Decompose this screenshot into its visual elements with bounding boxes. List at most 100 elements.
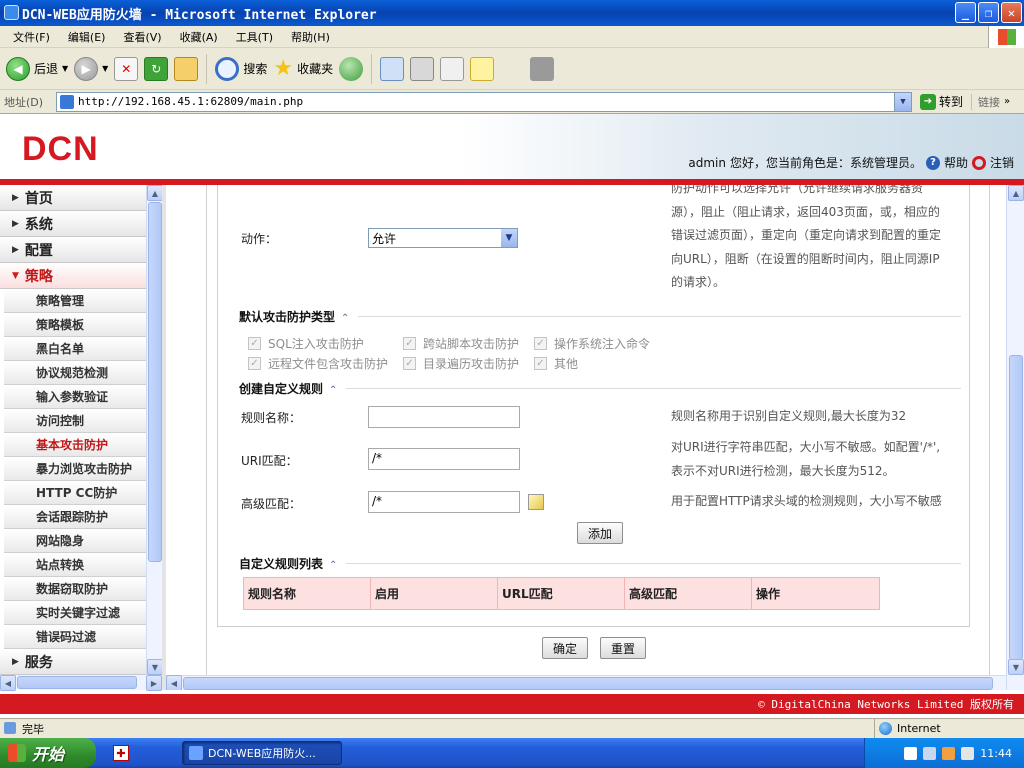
print-icon[interactable] — [410, 56, 435, 81]
chevron-up-icon[interactable]: ⌃ — [329, 385, 337, 396]
triangle-right-icon: ▶ — [12, 218, 19, 229]
discuss-icon[interactable] — [470, 56, 495, 81]
chevron-up-icon[interactable]: ⌃ — [329, 560, 337, 571]
content-horizontal-scrollbar[interactable]: ◀ — [166, 675, 1006, 690]
forward-button[interactable]: ▶ ▼ — [74, 56, 108, 81]
sidebar-sub-item[interactable]: 黑白名单 — [4, 337, 146, 361]
menu-edit[interactable]: 编辑(E) — [59, 29, 115, 45]
network-icon[interactable] — [923, 746, 937, 760]
go-arrow-icon: ➔ — [920, 93, 936, 110]
maximize-button[interactable]: ❐ — [978, 2, 999, 23]
sidebar-scroll-thumb[interactable] — [148, 202, 162, 562]
stop-icon[interactable]: ✕ — [114, 56, 139, 81]
sidebar-sub-item[interactable]: 输入参数验证 — [4, 385, 146, 409]
scroll-down-icon[interactable]: ▼ — [147, 659, 163, 675]
messenger-icon[interactable] — [530, 56, 555, 81]
refresh-icon[interactable]: ↻ — [144, 56, 169, 81]
sidebar-sub-item[interactable]: HTTP CC防护 — [4, 481, 146, 505]
close-button[interactable]: ✕ — [1001, 2, 1022, 23]
home-icon[interactable] — [174, 56, 199, 81]
check-remote-file-include[interactable]: ✓ 远程文件包含攻击防护 — [248, 355, 388, 372]
rule-list-table-header: 规则名称 启用 URL匹配 高级匹配 操作 — [243, 577, 880, 610]
chevron-up-icon[interactable]: ⌃ — [341, 313, 349, 324]
reset-button[interactable]: 重置 — [600, 637, 646, 659]
mail-icon[interactable] — [380, 56, 405, 81]
uri-match-input[interactable]: /* — [368, 448, 520, 470]
go-button[interactable]: ➔ 转到 — [916, 93, 967, 110]
edit-icon[interactable] — [440, 56, 465, 81]
scroll-left-icon[interactable]: ◀ — [166, 675, 182, 690]
sidebar-sub-item[interactable]: 会话跟踪防护 — [4, 505, 146, 529]
tray-app-icon[interactable] — [904, 746, 918, 760]
scroll-up-icon[interactable]: ▲ — [147, 185, 163, 201]
taskbar: 开始 ✚ DCN-WEB应用防火... 11:44 — [0, 738, 1024, 768]
content-hscroll-thumb[interactable] — [183, 677, 993, 690]
check-os-command[interactable]: ✓ 操作系统注入命令 — [534, 335, 650, 352]
sidebar-sub-item[interactable]: 策略管理 — [4, 289, 146, 313]
advanced-match-input[interactable]: /* — [368, 491, 520, 513]
sidebar-sub-item[interactable]: 协议规范检测 — [4, 361, 146, 385]
add-button[interactable]: 添加 — [577, 522, 623, 544]
content-scroll-thumb[interactable] — [1009, 355, 1023, 660]
address-dropdown-icon[interactable]: ▼ — [894, 92, 911, 111]
menu-help[interactable]: 帮助(H) — [282, 29, 339, 45]
sidebar-sub-item[interactable]: 策略模板 — [4, 313, 146, 337]
scroll-right-icon[interactable]: ▶ — [146, 675, 162, 691]
taskbar-ie-window[interactable]: DCN-WEB应用防火... — [182, 741, 342, 765]
sidebar-item-home[interactable]: ▶ 首页 — [0, 185, 146, 211]
check-sql-injection[interactable]: ✓ SQL注入攻击防护 — [248, 335, 364, 352]
sidebar-sub-item[interactable]: 错误码过滤 — [4, 625, 146, 649]
history-icon[interactable] — [339, 56, 364, 81]
minimize-button[interactable]: _ — [955, 2, 976, 23]
zone-indicator: Internet — [874, 718, 1024, 739]
search-button[interactable]: 搜索 — [215, 56, 267, 81]
scroll-down-icon[interactable]: ▼ — [1008, 659, 1024, 675]
ie-toolbar: ◀ 后退 ▼ ▶ ▼ ✕ ↻ 搜索 ★ 收藏夹 — [0, 48, 1024, 90]
web-page: DCN admin 您好，您当前角色是：系统管理员。 ? 帮助 注销 ▶ 首页 ▶… — [0, 114, 1024, 718]
rule-name-input[interactable] — [368, 406, 520, 428]
check-directory-traversal[interactable]: ✓ 目录遍历攻击防护 — [403, 355, 519, 372]
address-input[interactable]: http://192.168.45.1:62809/main.php ▼ — [56, 91, 912, 112]
sidebar-horizontal-scrollbar[interactable]: ◀ ▶ — [0, 675, 162, 691]
header-banner: DCN admin 您好，您当前角色是：系统管理员。 ? 帮助 注销 — [0, 114, 1024, 180]
sidebar-hscroll-thumb[interactable] — [17, 676, 137, 689]
scroll-left-icon[interactable]: ◀ — [0, 675, 16, 691]
sidebar-item-system[interactable]: ▶ 系统 — [0, 211, 146, 237]
check-other[interactable]: ✓ 其他 — [534, 355, 578, 372]
sidebar-item-config[interactable]: ▶ 配置 — [0, 237, 146, 263]
volume-icon[interactable] — [942, 746, 956, 760]
sidebar-sub-item[interactable]: 数据窃取防护 — [4, 577, 146, 601]
sidebar-sub-item[interactable]: 实时关键字过滤 — [4, 601, 146, 625]
security-icon[interactable] — [961, 746, 975, 760]
sidebar-sub-item-active[interactable]: 基本攻击防护 — [4, 433, 146, 457]
ok-button[interactable]: 确定 — [542, 637, 588, 659]
sidebar-sub-item[interactable]: 站点转换 — [4, 553, 146, 577]
sidebar-sub-item[interactable]: 访问控制 — [4, 409, 146, 433]
content-vertical-scrollbar[interactable]: ▲ ▼ — [1006, 185, 1024, 690]
rule-list-heading: 自定义规则列表 ⌃ — [239, 557, 338, 571]
favorites-button[interactable]: ★ 收藏夹 — [273, 56, 333, 81]
menu-view[interactable]: 查看(V) — [114, 29, 170, 45]
quick-launch[interactable]: ✚ — [106, 742, 136, 764]
menu-tools[interactable]: 工具(T) — [227, 29, 282, 45]
window-title: DCN-WEB应用防火墙 - Microsoft Internet Explor… — [22, 7, 377, 23]
back-button[interactable]: ◀ 后退 ▼ — [6, 56, 68, 81]
links-button[interactable]: 链接 — [971, 93, 1000, 110]
logout-link[interactable]: 注销 — [990, 154, 1014, 171]
menu-file[interactable]: 文件(F) — [4, 29, 59, 45]
scroll-up-icon[interactable]: ▲ — [1008, 185, 1024, 201]
help-link[interactable]: 帮助 — [944, 154, 968, 171]
sidebar-vertical-scrollbar[interactable]: ▲ ▼ — [146, 185, 163, 675]
edit-pencil-icon[interactable] — [528, 494, 544, 510]
sidebar-sub-item[interactable]: 网站隐身 — [4, 529, 146, 553]
help-icon[interactable]: ? — [925, 155, 940, 170]
logout-icon[interactable] — [971, 155, 986, 170]
sidebar-sub-item[interactable]: 暴力浏览攻击防护 — [4, 457, 146, 481]
menu-favorites[interactable]: 收藏(A) — [171, 29, 227, 45]
action-select[interactable]: 允许 ▼ — [368, 228, 518, 248]
check-xss[interactable]: ✓ 跨站脚本攻击防护 — [403, 335, 519, 352]
sidebar-item-policy[interactable]: ▼ 策略 — [0, 263, 146, 289]
sidebar-item-service[interactable]: ▶ 服务 — [0, 649, 146, 675]
start-button[interactable]: 开始 — [0, 738, 96, 768]
triangle-right-icon: ▶ — [12, 244, 19, 255]
